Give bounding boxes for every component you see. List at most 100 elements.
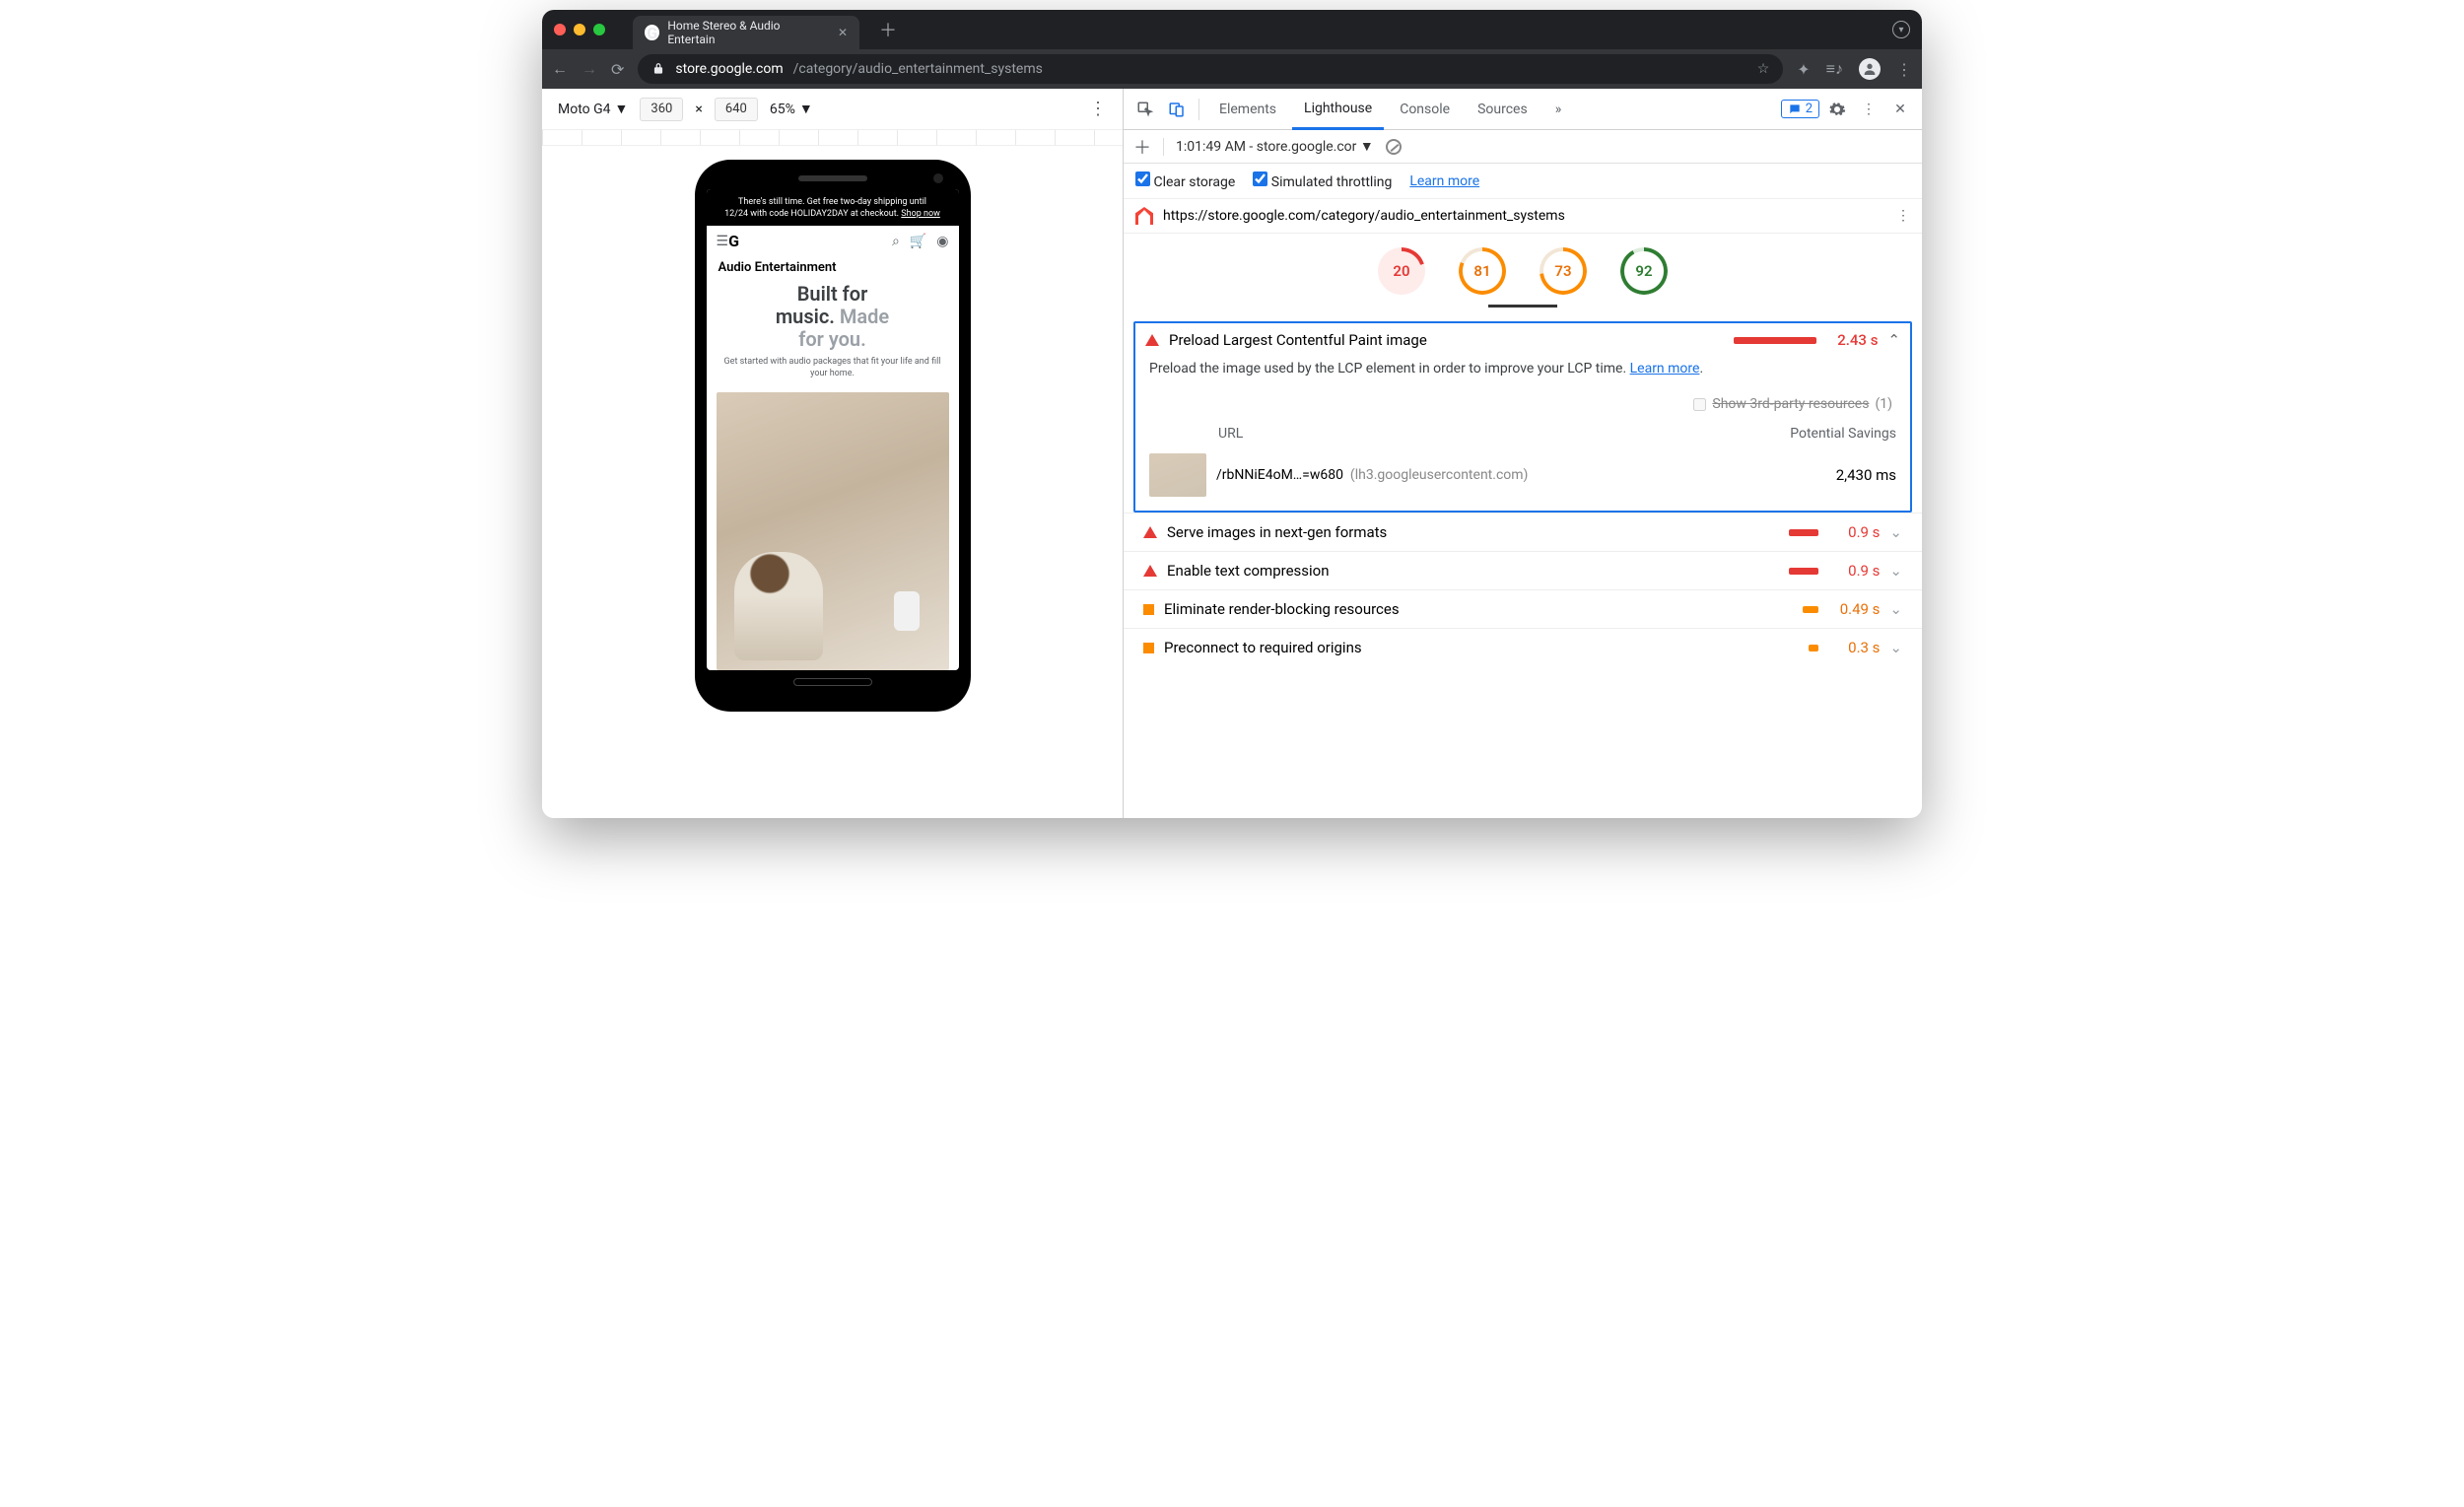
audit-value: 0.49 s [1828,600,1880,618]
audit-value: 0.9 s [1828,523,1880,541]
table-row: /rbNNiE4oM…=w680 (lh3.googleusercontent.… [1149,449,1896,501]
tab-console[interactable]: Console [1388,89,1462,129]
close-tab-button[interactable]: ✕ [838,26,848,39]
window-titlebar: G Home Stereo & Audio Entertain ✕ ＋ ▾ [542,10,1922,49]
viewport-width-input[interactable] [640,98,683,121]
settings-icon[interactable] [1823,101,1851,118]
bookmark-icon[interactable]: ☆ [1757,61,1770,77]
close-window-button[interactable] [554,24,566,35]
new-report-button[interactable]: ＋ [1133,134,1151,160]
devtools-menu-icon[interactable]: ⋮ [1855,102,1882,117]
forward-button[interactable]: → [582,59,597,79]
tab-sources[interactable]: Sources [1466,89,1540,129]
maximize-window-button[interactable] [593,24,605,35]
inspect-element-icon[interactable] [1131,101,1159,118]
back-button[interactable]: ← [552,59,568,79]
audit-title: Preload Largest Contentful Paint image [1169,331,1427,349]
audit-row[interactable]: Enable text compression0.9 s⌄ [1124,551,1922,589]
reload-button[interactable]: ⟳ [611,60,624,79]
camera-dot [933,173,943,183]
chevron-down-icon: ⌄ [1889,523,1902,541]
lighthouse-subbar: ＋ 1:01:49 AM - store.google.cor ▼ [1124,130,1922,164]
resource-savings: 2,430 ms [1817,466,1896,484]
extensions-icon[interactable]: ✦ [1797,60,1810,79]
score-performance[interactable]: 20 [1378,247,1425,295]
triangle-icon [1143,565,1157,577]
audit-value: 0.9 s [1828,562,1880,580]
menu-icon[interactable]: ☰ [717,234,729,249]
chevron-down-icon: ⌄ [1889,639,1902,656]
lighthouse-url-row: https://store.google.com/category/audio_… [1124,199,1922,234]
lock-icon [651,62,665,76]
new-tab-button[interactable]: ＋ [879,17,897,42]
toolbar-right: ✦ ≡♪ ⋮ [1797,58,1912,80]
triangle-icon [1145,334,1159,346]
issues-badge[interactable]: 2 [1781,100,1819,118]
learn-more-link[interactable]: Learn more [1409,173,1479,189]
resource-host: (lh3.googleusercontent.com) [1350,467,1528,483]
clear-storage-checkbox[interactable]: Clear storage [1135,171,1235,190]
shop-now-link[interactable]: Shop now [901,209,940,219]
device-frame: There's still time. Get free two-day shi… [695,160,971,712]
audit-learn-more-link[interactable]: Learn more [1630,361,1700,377]
score-seo[interactable]: 92 [1620,247,1668,295]
square-icon [1143,643,1154,653]
audit-header[interactable]: Preload Largest Contentful Paint image 2… [1135,323,1910,357]
score-gauges: 20 81 73 92 [1124,234,1922,305]
savings-bar [1789,568,1818,575]
clear-icon[interactable] [1386,139,1402,155]
audit-row[interactable]: Preconnect to required origins0.3 s⌄ [1124,628,1922,666]
score-accessibility[interactable]: 81 [1459,247,1506,295]
viewport-height-input[interactable] [715,98,758,121]
device-selector[interactable]: Moto G4 ▼ [558,101,628,117]
zoom-selector[interactable]: 65% ▼ [770,101,813,117]
url-host: store.google.com [675,61,783,77]
audit-table: URL Potential Savings /rbNNiE4oM…=w680 (… [1135,422,1910,511]
tab-title: Home Stereo & Audio Entertain [667,19,824,46]
simulated-throttling-checkbox[interactable]: Simulated throttling [1253,171,1392,190]
device-toolbar-menu-icon[interactable]: ⋮ [1089,99,1107,119]
tab-overflow[interactable]: » [1543,89,1574,129]
home-button [793,678,872,686]
savings-bar [1789,529,1818,536]
devtools-tabstrip: Elements Lighthouse Console Sources » 2 … [1124,89,1922,130]
tab-lighthouse[interactable]: Lighthouse [1292,90,1384,130]
url-path: /category/audio_entertainment_systems [793,61,1043,77]
resource-thumbnail [1149,453,1206,497]
audit-value: 0.3 s [1828,639,1880,656]
report-selector[interactable]: 1:01:49 AM - store.google.cor ▼ [1176,138,1374,155]
col-url: URL [1149,426,1790,442]
devtools-pane: Elements Lighthouse Console Sources » 2 … [1124,89,1922,818]
third-party-toggle[interactable]: Show 3rd-party resources (1) [1135,390,1910,422]
audit-row[interactable]: Serve images in next-gen formats0.9 s⌄ [1124,513,1922,551]
savings-bar [1734,337,1816,344]
tested-url: https://store.google.com/category/audio_… [1163,208,1565,224]
device-emulation-pane: Moto G4 ▼ × 65% ▼ ⋮ There's still time. … [542,89,1124,818]
search-icon[interactable]: ⌕ [892,234,900,249]
google-logo[interactable]: G [728,232,739,250]
audit-row[interactable]: Eliminate render-blocking resources0.49 … [1124,589,1922,628]
account-icon[interactable]: ◉ [936,234,948,249]
score-best-practices[interactable]: 73 [1540,247,1587,295]
hero-text: Built for music. Made for you. Get start… [707,277,959,383]
profile-avatar[interactable] [1859,58,1881,80]
traffic-lights [554,24,605,35]
emulated-screen[interactable]: There's still time. Get free two-day shi… [707,189,959,670]
ruler [542,130,1123,146]
report-menu-icon[interactable]: ⋮ [1896,208,1910,224]
cart-icon[interactable]: 🛒 [910,234,926,249]
browser-menu-icon[interactable]: ⋮ [1896,60,1912,79]
url-toolbar: ← → ⟳ store.google.com/category/audio_en… [542,49,1922,89]
tab-elements[interactable]: Elements [1207,89,1288,129]
audit-value: 2.43 s [1826,331,1878,349]
reading-list-icon[interactable]: ≡♪ [1826,59,1843,79]
toggle-device-icon[interactable] [1163,101,1191,118]
chevron-down-icon: ⌄ [1889,562,1902,580]
close-devtools-icon[interactable]: ✕ [1886,102,1914,117]
tab-overflow-button[interactable]: ▾ [1892,21,1910,38]
browser-tab[interactable]: G Home Stereo & Audio Entertain ✕ [633,16,859,49]
device-toolbar: Moto G4 ▼ × 65% ▼ ⋮ [542,89,1123,130]
address-bar[interactable]: store.google.com/category/audio_entertai… [638,54,1783,84]
minimize-window-button[interactable] [574,24,585,35]
section-title: Audio Entertainment [707,256,959,277]
